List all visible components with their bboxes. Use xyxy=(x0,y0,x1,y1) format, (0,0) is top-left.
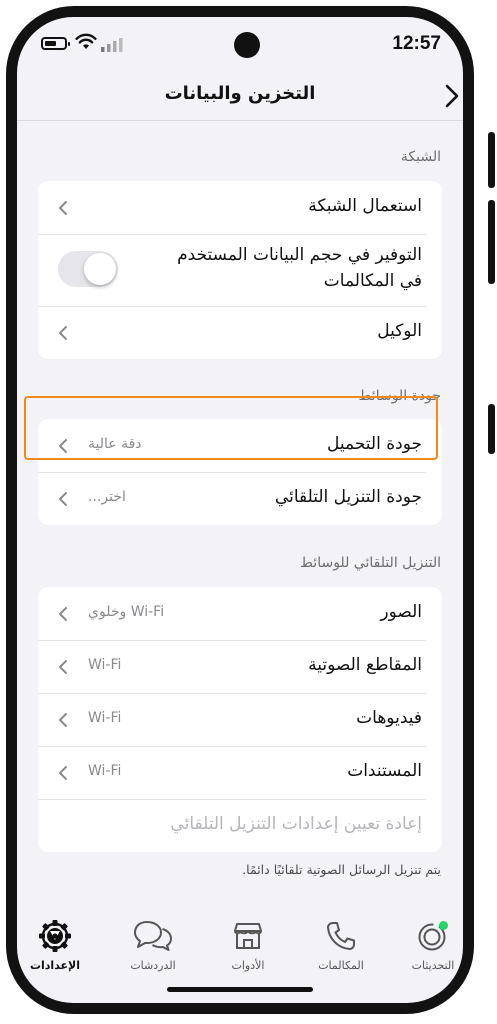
chevron-left-icon xyxy=(59,660,67,674)
battery-icon xyxy=(41,37,70,50)
chevron-left-icon xyxy=(59,766,67,780)
chevron-left-icon xyxy=(59,607,67,621)
footer-note: يتم تنزيل الرسائل الصوتية تلقائيًا دائمً… xyxy=(242,862,441,877)
row-value: اختر... xyxy=(88,489,126,505)
row-value: Wi-Fi وخلوي xyxy=(88,604,165,620)
settings-gear-icon xyxy=(39,920,71,952)
row-value: Wi-Fi xyxy=(88,763,122,779)
tab-label: الإعدادات xyxy=(29,959,81,972)
tab-settings[interactable]: الإعدادات xyxy=(17,919,95,972)
reset-auto-download-button[interactable]: إعادة تعيين إعدادات التنزيل التلقائي xyxy=(38,799,442,852)
phone-icon xyxy=(327,922,355,950)
chevron-left-icon xyxy=(59,326,67,340)
row-use-less-data: التوفير في حجم البيانات المستخدم في المك… xyxy=(38,234,442,306)
row-network-usage[interactable]: استعمال الشبكة xyxy=(38,181,442,234)
tab-calls[interactable]: المكالمات xyxy=(301,919,381,972)
screen: 12:57 التخزين والبيانات الشبكة استعمال ا… xyxy=(17,17,463,1003)
row-label: الصور xyxy=(380,602,422,622)
row-label: جودة التنزيل التلقائي xyxy=(274,487,422,507)
status-bar: 12:57 xyxy=(17,17,463,67)
status-time: 12:57 xyxy=(392,33,441,54)
highlight-box xyxy=(24,396,438,460)
chevron-left-icon xyxy=(59,201,67,215)
use-less-data-toggle[interactable] xyxy=(58,251,118,287)
tab-label: الدردشات xyxy=(130,959,176,972)
toggle-knob xyxy=(84,253,116,285)
store-icon xyxy=(234,923,262,949)
row-value: Wi-Fi xyxy=(88,710,122,726)
row-label: المستندات xyxy=(347,761,422,781)
tab-tools[interactable]: الأدوات xyxy=(208,919,288,972)
tab-updates[interactable]: التحديثات xyxy=(393,919,463,972)
home-indicator xyxy=(167,987,313,992)
navigation-bar: التخزين والبيانات xyxy=(17,69,463,121)
row-label-line: التوفير في حجم البيانات المستخدم xyxy=(177,245,422,265)
row-videos[interactable]: فيديوهات Wi-Fi xyxy=(38,693,442,746)
row-label: فيديوهات xyxy=(356,708,422,728)
wifi-icon xyxy=(75,33,97,49)
row-label-line: في المكالمات xyxy=(323,271,422,291)
row-label: المقاطع الصوتية xyxy=(308,655,422,675)
row-auto-download-quality[interactable]: جودة التنزيل التلقائي اختر... xyxy=(38,472,442,525)
row-photos[interactable]: الصور Wi-Fi وخلوي xyxy=(38,587,442,640)
page-title: التخزين والبيانات xyxy=(164,83,316,104)
tab-chats[interactable]: الدردشات xyxy=(113,919,193,972)
front-camera xyxy=(234,32,260,58)
row-label: التوفير في حجم البيانات المستخدم في المك… xyxy=(152,242,422,294)
row-proxy[interactable]: الوكيل xyxy=(38,306,442,359)
tab-label: الأدوات xyxy=(231,959,265,972)
side-button xyxy=(488,200,495,284)
chevron-left-icon xyxy=(59,492,67,506)
row-value: Wi-Fi xyxy=(88,657,122,673)
side-button xyxy=(488,404,495,454)
row-label: إعادة تعيين إعدادات التنزيل التلقائي xyxy=(170,814,422,834)
card-auto-download: الصور Wi-Fi وخلوي المقاطع الصوتية Wi-Fi … xyxy=(38,587,442,852)
signal-icon xyxy=(101,38,123,52)
row-documents[interactable]: المستندات Wi-Fi xyxy=(38,746,442,799)
row-label: استعمال الشبكة xyxy=(308,196,422,216)
section-header-auto-download: التنزيل التلقائي للوسائط xyxy=(300,555,441,571)
tab-label: التحديثات xyxy=(411,959,455,972)
chevron-left-icon xyxy=(59,713,67,727)
side-button xyxy=(488,132,495,188)
updates-status-icon xyxy=(418,921,448,951)
tab-label: المكالمات xyxy=(318,959,364,972)
card-network: استعمال الشبكة التوفير في حجم البيانات ا… xyxy=(38,181,442,359)
section-header-network: الشبكة xyxy=(400,149,441,165)
row-label: الوكيل xyxy=(377,321,422,341)
chats-bubble-icon xyxy=(134,921,172,951)
row-audio[interactable]: المقاطع الصوتية Wi-Fi xyxy=(38,640,442,693)
